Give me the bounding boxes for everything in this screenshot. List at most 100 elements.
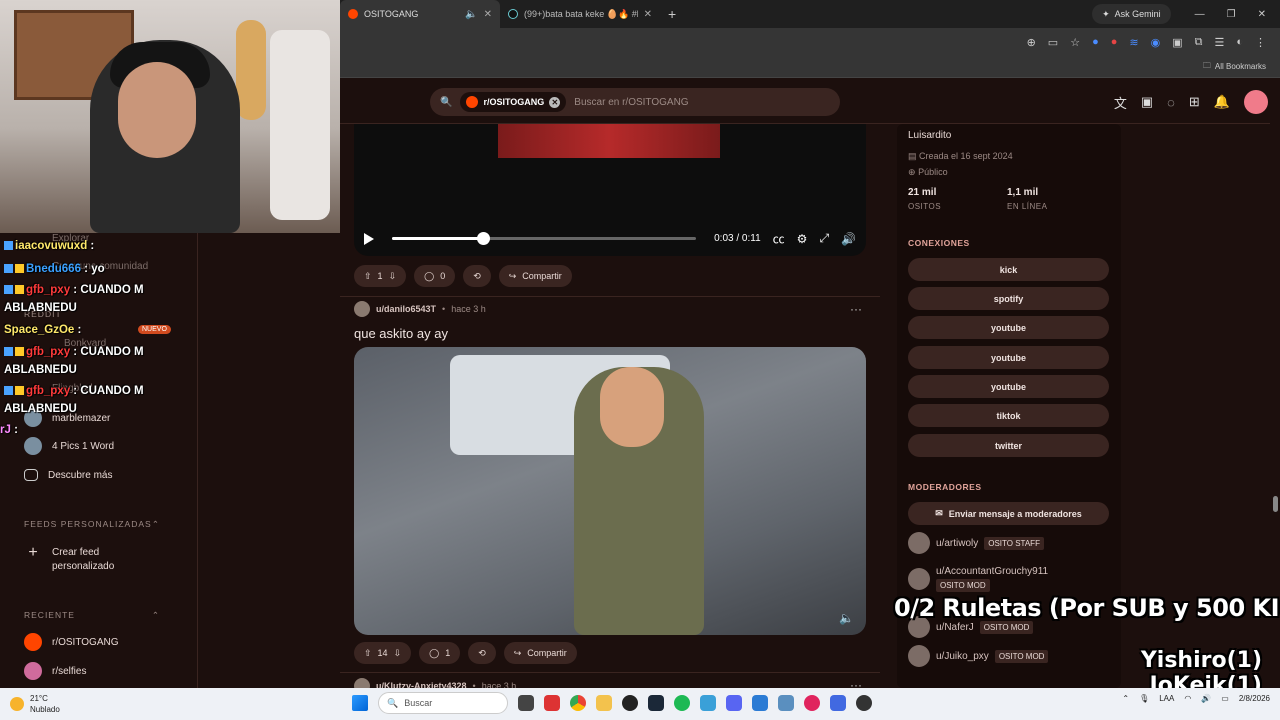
volume-icon[interactable]: 🔈 [839, 611, 854, 625]
profile-icon[interactable]: ◐ [1236, 36, 1243, 48]
extension-icon[interactable]: ● [1092, 36, 1099, 48]
more-options-icon[interactable]: ··· [850, 302, 862, 316]
obs-icon[interactable] [622, 695, 638, 711]
moderator-item[interactable]: u/AccountantGrouchy911 OSITO MOD [908, 566, 1048, 592]
video-seekbar[interactable] [392, 232, 697, 245]
extension-icon[interactable]: ● [1111, 36, 1118, 48]
crosspost-button[interactable]: ⟲ [468, 642, 496, 664]
zoom-icon[interactable]: ⊕ [1027, 36, 1036, 49]
app-icon[interactable] [700, 695, 716, 711]
tab-tiktok[interactable]: (99+)bata bata keke 🥚🔥 #la ✕ [500, 0, 660, 28]
post-title[interactable]: que askito ay ay [354, 326, 448, 341]
video-player[interactable]: 🔈 [354, 347, 866, 635]
discord-icon[interactable] [726, 695, 742, 711]
play-icon[interactable] [364, 232, 374, 245]
wifi-icon[interactable]: ◠ [1184, 694, 1191, 703]
downvote-icon[interactable]: ⇩ [394, 648, 402, 659]
spotify-icon[interactable] [674, 695, 690, 711]
system-clock[interactable]: 2/8/2026 [1239, 693, 1270, 704]
connection-button[interactable]: youtube [908, 346, 1109, 369]
taskbar-search[interactable]: 🔍 Buscar [378, 692, 508, 714]
section-recent[interactable]: RECIENTE ⌃ [24, 610, 160, 621]
avatar[interactable] [354, 301, 370, 317]
star-icon[interactable]: ☆ [1070, 36, 1080, 49]
scrollbar-thumb[interactable] [1273, 496, 1278, 512]
subreddit-chip[interactable]: r/OSITOGANG ✕ [460, 92, 567, 112]
close-icon[interactable]: ✕ [484, 9, 492, 20]
close-window-icon[interactable]: ✕ [1258, 9, 1266, 20]
all-bookmarks-link[interactable]: All Bookmarks [1215, 62, 1266, 71]
upvote-icon[interactable]: ⇧ [364, 648, 372, 659]
create-feed-button[interactable]: + Crear feed personalizado [24, 545, 132, 574]
steam-icon[interactable] [648, 695, 664, 711]
task-view-icon[interactable] [518, 695, 534, 711]
chat-icon[interactable]: ◌ [1167, 95, 1175, 110]
sidebar-item-discover[interactable]: Descubre más [24, 469, 112, 481]
close-icon[interactable]: ✕ [644, 9, 652, 20]
windows-start-icon[interactable] [352, 695, 368, 711]
app-icon[interactable] [856, 695, 872, 711]
volume-icon[interactable]: 🔊 [1201, 694, 1211, 703]
chevron-up-icon[interactable]: ⌃ [1122, 694, 1129, 703]
connection-button[interactable]: youtube [908, 316, 1109, 339]
connection-button[interactable]: youtube [908, 375, 1109, 398]
folder-icon[interactable] [596, 695, 612, 711]
minimize-icon[interactable]: — [1195, 9, 1205, 20]
connection-button[interactable]: kick [908, 258, 1109, 281]
speaker-icon[interactable]: 🔈 [465, 9, 477, 20]
captions-icon[interactable]: ㏄ [773, 230, 785, 247]
downvote-icon[interactable]: ⇩ [389, 271, 397, 282]
section-custom-feeds[interactable]: FEEDS PERSONALIZADAS ⌃ [24, 519, 160, 530]
share-button[interactable]: ↪ Compartir [503, 642, 577, 664]
app-icon[interactable] [778, 695, 794, 711]
translate-icon[interactable]: 文 [1114, 93, 1127, 112]
share-button[interactable]: ↪ Compartir [498, 265, 572, 287]
ads-icon[interactable]: ▣ [1141, 94, 1153, 110]
app-icon[interactable] [830, 695, 846, 711]
extension-icon[interactable]: ≋ [1129, 36, 1138, 49]
extension-icon[interactable]: ◉ [1151, 36, 1161, 49]
connection-button[interactable]: twitter [908, 434, 1109, 457]
message-mods-button[interactable]: ✉ Enviar mensaje a moderadores [908, 502, 1109, 525]
cast-icon[interactable]: ▭ [1048, 36, 1058, 49]
restore-icon[interactable]: ❐ [1227, 9, 1236, 20]
sidebar-item-4pics[interactable]: 4 Pics 1 Word [24, 437, 114, 455]
fullscreen-icon[interactable]: ⤢ [819, 231, 829, 246]
reading-list-icon[interactable]: ☰ [1214, 36, 1224, 49]
upvote-icon[interactable]: ⇧ [364, 271, 372, 282]
create-feed-label: Crear feed personalizado [52, 547, 115, 572]
weather-widget[interactable]: 21°C Nublado [10, 693, 60, 715]
search-input[interactable]: 🔍 r/OSITOGANG ✕ Buscar en r/OSITOGANG [430, 88, 840, 116]
gear-icon[interactable]: ⚙ [797, 232, 808, 246]
connection-button[interactable]: spotify [908, 287, 1109, 310]
crosspost-button[interactable]: ⟲ [463, 265, 491, 287]
moderator-item[interactable]: u/artiwoly OSITO STAFF [908, 532, 1044, 554]
sidebar-item-ositogang[interactable]: r/OSITOGANG [24, 633, 119, 651]
sidebar-item-selfies[interactable]: r/selfies [24, 662, 86, 680]
battery-icon[interactable]: ▭ [1221, 694, 1229, 703]
moderator-item[interactable]: u/Juiko_pxy OSITO MOD [908, 645, 1049, 667]
comments-button[interactable]: ◯ 0 [414, 265, 456, 287]
ask-gemini-button[interactable]: ✦ Ask Gemini [1092, 4, 1171, 24]
tab-ositogang[interactable]: OSITOGANG 🔈 ✕ [340, 0, 500, 28]
volume-icon[interactable]: 🔊 [841, 232, 856, 246]
vscode-icon[interactable] [752, 695, 768, 711]
connection-button[interactable]: tiktok [908, 404, 1109, 427]
comments-button[interactable]: ◯ 1 [419, 642, 461, 664]
language-indicator[interactable]: LAA [1159, 694, 1174, 703]
extension-icon[interactable]: ▣ [1172, 36, 1182, 49]
bell-icon[interactable]: 🔔 [1214, 94, 1230, 110]
chrome-icon[interactable] [570, 695, 586, 711]
video-seek-handle[interactable] [477, 232, 491, 245]
new-tab-button[interactable]: + [660, 6, 684, 22]
avatar[interactable] [1244, 90, 1268, 114]
create-post-icon[interactable]: ⊞ [1189, 94, 1200, 110]
video-player[interactable]: 0:03 / 0:11 ㏄ ⚙ ⤢ 🔊 [354, 124, 866, 256]
clear-icon[interactable]: ✕ [549, 96, 561, 108]
opera-icon[interactable] [804, 695, 820, 711]
app-icon[interactable] [544, 695, 560, 711]
post-author[interactable]: u/danilo6543T [376, 304, 436, 314]
menu-dots-icon[interactable]: ⋮ [1255, 36, 1266, 49]
mic-icon[interactable]: 🎙 [1139, 694, 1149, 703]
puzzle-icon[interactable]: ⧉ [1195, 36, 1203, 49]
